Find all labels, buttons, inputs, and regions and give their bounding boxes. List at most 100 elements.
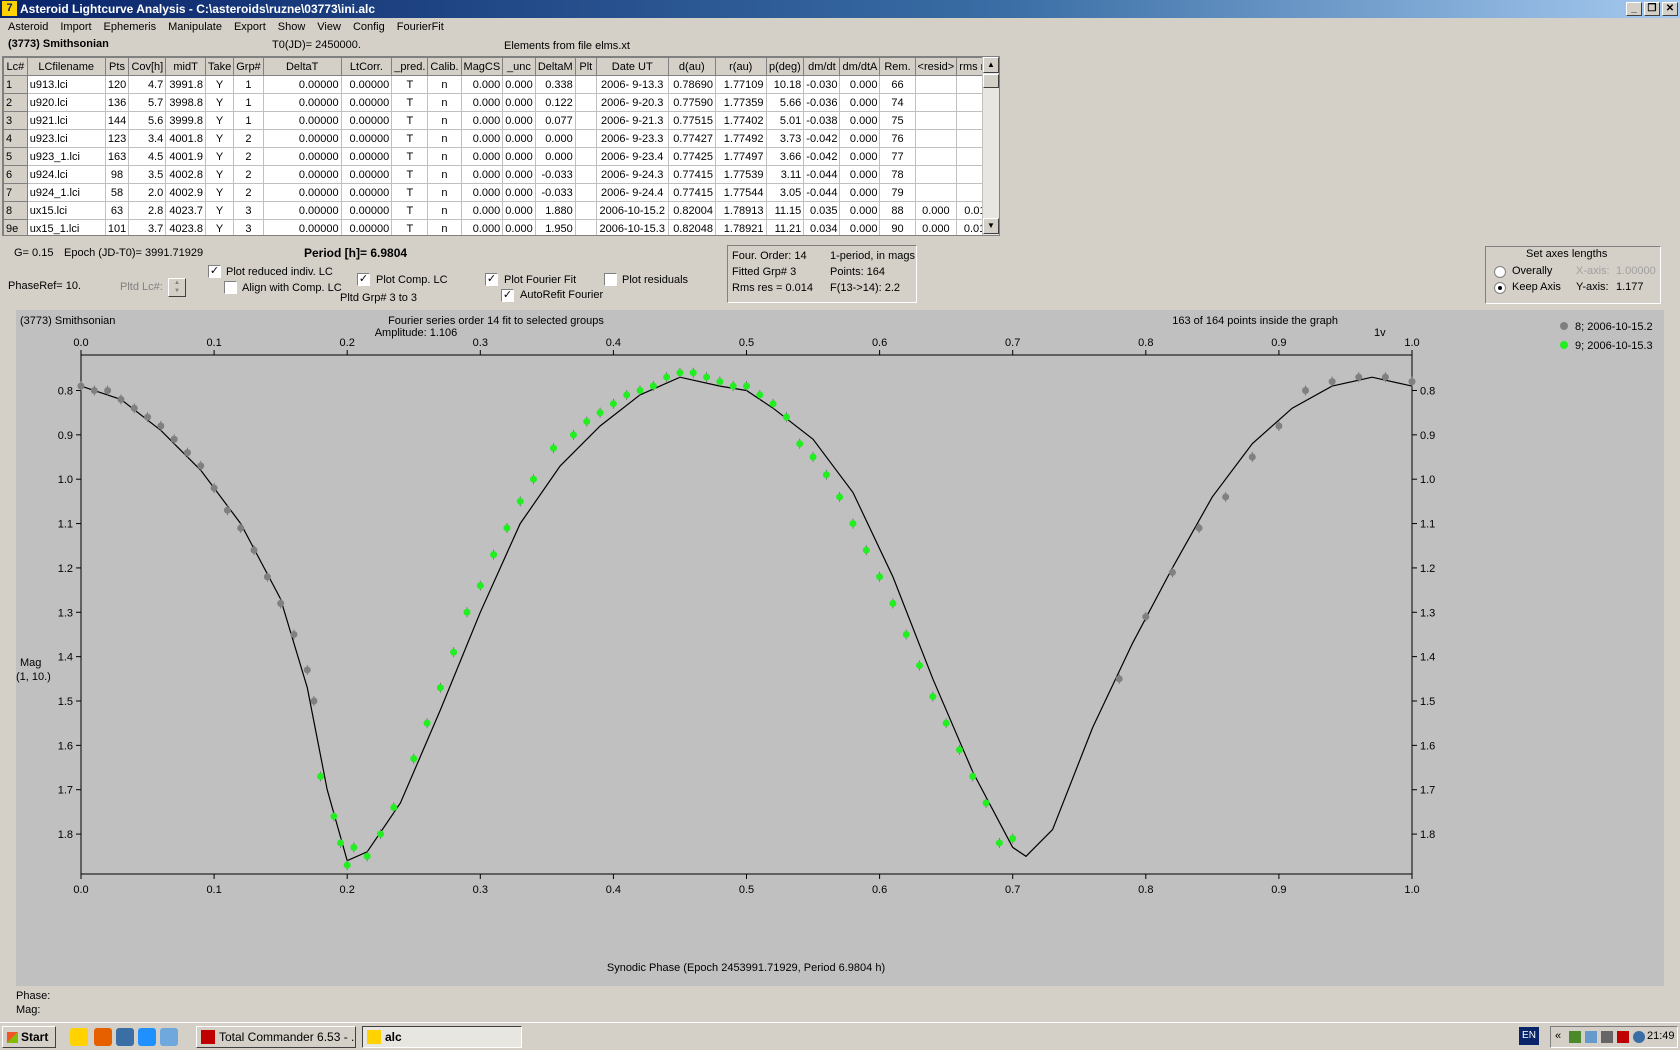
- row-header[interactable]: 3: [3, 111, 28, 130]
- menu-show[interactable]: Show: [272, 18, 312, 38]
- table-row[interactable]: 4 u923.lci 123 3.4 4001.8 Y 2 0.00000 0.00000 Tn 0…: [3, 129, 999, 148]
- table-cell[interactable]: Y: [204, 201, 235, 220]
- table-cell[interactable]: 0.338: [534, 75, 576, 94]
- table-cell[interactable]: 0.000: [839, 219, 881, 235]
- table-cell[interactable]: 0.000: [839, 201, 881, 220]
- table-cell[interactable]: 0.000: [460, 201, 504, 220]
- table-cell[interactable]: 0.000: [460, 93, 504, 112]
- table-cell[interactable]: 2: [233, 129, 264, 148]
- table-cell[interactable]: 123: [104, 129, 130, 148]
- table-cell[interactable]: 3.5: [128, 165, 167, 184]
- column-header[interactable]: Calib.: [427, 57, 462, 76]
- table-cell[interactable]: 2006-10-15.3: [595, 219, 669, 235]
- table-cell[interactable]: 2006- 9-20.3: [595, 93, 669, 112]
- ie-icon[interactable]: [138, 1028, 156, 1046]
- tray-icon-3[interactable]: [1601, 1031, 1613, 1043]
- table-cell[interactable]: 1: [233, 75, 264, 94]
- plot-comp-checkbox[interactable]: ✓: [357, 273, 370, 286]
- table-cell[interactable]: 98: [104, 165, 130, 184]
- table-cell[interactable]: 2006-10-15.2: [595, 201, 669, 220]
- table-cell[interactable]: 0.000: [839, 75, 881, 94]
- table-cell[interactable]: 0.077: [534, 111, 576, 130]
- table-cell[interactable]: T: [391, 183, 429, 202]
- table-cell[interactable]: T: [391, 201, 429, 220]
- column-header[interactable]: Cov[h]: [128, 57, 167, 76]
- menu-view[interactable]: View: [311, 18, 347, 38]
- table-cell[interactable]: 11.15: [765, 201, 805, 220]
- scroll-up-icon[interactable]: ▲: [983, 57, 999, 73]
- row-header[interactable]: 7: [3, 183, 28, 202]
- column-header[interactable]: p(deg): [765, 57, 805, 76]
- table-cell[interactable]: 0.000: [460, 165, 504, 184]
- table-cell[interactable]: 1.880: [534, 201, 576, 220]
- column-header[interactable]: dm/dt: [803, 57, 841, 76]
- table-cell[interactable]: [914, 165, 958, 184]
- table-cell[interactable]: n: [427, 147, 462, 166]
- column-header[interactable]: d(au): [667, 57, 716, 76]
- table-cell[interactable]: [914, 93, 958, 112]
- table-cell[interactable]: [574, 111, 597, 130]
- table-cell[interactable]: [914, 147, 958, 166]
- table-cell[interactable]: 0.000: [839, 111, 881, 130]
- table-row[interactable]: 1 u913.lci 120 4.7 3991.8 Y 1 0.00000 0.00000 Tn 0…: [3, 75, 999, 94]
- table-cell[interactable]: Y: [204, 147, 235, 166]
- align-comp-checkbox[interactable]: [224, 281, 237, 294]
- column-header[interactable]: DeltaM: [534, 57, 576, 76]
- table-cell[interactable]: 0.00000: [340, 111, 393, 130]
- table-cell[interactable]: 2.0: [128, 183, 167, 202]
- table-cell[interactable]: 0.00000: [262, 111, 342, 130]
- table-cell[interactable]: 0.00000: [262, 147, 342, 166]
- table-cell[interactable]: 0.000: [502, 219, 536, 235]
- table-cell[interactable]: 2006- 9-23.4: [595, 147, 669, 166]
- table-cell[interactable]: 0.000: [839, 129, 881, 148]
- table-cell[interactable]: n: [427, 93, 462, 112]
- plot-fourier-checkbox[interactable]: ✓: [485, 273, 498, 286]
- table-cell[interactable]: 0.82004: [667, 201, 716, 220]
- table-cell[interactable]: 0.00000: [340, 75, 393, 94]
- table-cell[interactable]: 10.18: [765, 75, 805, 94]
- table-cell[interactable]: 0.000: [914, 201, 958, 220]
- table-cell[interactable]: u924_1.lci: [26, 183, 106, 202]
- table-cell[interactable]: Y: [204, 111, 235, 130]
- tray-icon-2[interactable]: [1585, 1031, 1597, 1043]
- table-cell[interactable]: 3.66: [765, 147, 805, 166]
- table-cell[interactable]: 3.05: [765, 183, 805, 202]
- row-header[interactable]: 1: [3, 75, 28, 94]
- table-cell[interactable]: 2: [233, 183, 264, 202]
- table-cell[interactable]: 0.000: [839, 93, 881, 112]
- table-cell[interactable]: [574, 219, 597, 235]
- table-cell[interactable]: 0.000: [914, 219, 958, 235]
- table-cell[interactable]: 0.77415: [667, 183, 716, 202]
- row-header[interactable]: 6: [3, 165, 28, 184]
- table-cell[interactable]: 4002.9: [165, 183, 206, 202]
- menu-export[interactable]: Export: [228, 18, 272, 38]
- table-cell[interactable]: 75: [879, 111, 916, 130]
- scroll-thumb[interactable]: [983, 74, 999, 88]
- plot-residuals-checkbox[interactable]: [604, 273, 617, 286]
- table-cell[interactable]: 0.00000: [340, 165, 393, 184]
- table-cell[interactable]: 0.00000: [340, 93, 393, 112]
- row-header[interactable]: 5: [3, 147, 28, 166]
- table-cell[interactable]: Y: [204, 183, 235, 202]
- column-header[interactable]: Lc#: [3, 57, 28, 76]
- table-cell[interactable]: u921.lci: [26, 111, 106, 130]
- table-cell[interactable]: 5.01: [765, 111, 805, 130]
- table-cell[interactable]: Y: [204, 75, 235, 94]
- table-cell[interactable]: 0.00000: [340, 219, 393, 235]
- minimize-icon[interactable]: _: [1626, 2, 1642, 16]
- table-cell[interactable]: [574, 201, 597, 220]
- column-header[interactable]: MagCS: [460, 57, 504, 76]
- table-cell[interactable]: 5.66: [765, 93, 805, 112]
- table-cell[interactable]: [574, 165, 597, 184]
- column-header[interactable]: DeltaT: [262, 57, 342, 76]
- table-cell[interactable]: 0.77515: [667, 111, 716, 130]
- table-cell[interactable]: 0.00000: [262, 75, 342, 94]
- restore-icon[interactable]: ❐: [1644, 2, 1660, 16]
- row-header[interactable]: 4: [3, 129, 28, 148]
- table-cell[interactable]: 1: [233, 93, 264, 112]
- table-cell[interactable]: 3998.8: [165, 93, 206, 112]
- tray-icon-5[interactable]: [1633, 1031, 1645, 1043]
- table-cell[interactable]: 4.5: [128, 147, 167, 166]
- table-cell[interactable]: 0.000: [460, 111, 504, 130]
- column-header[interactable]: r(au): [714, 57, 767, 76]
